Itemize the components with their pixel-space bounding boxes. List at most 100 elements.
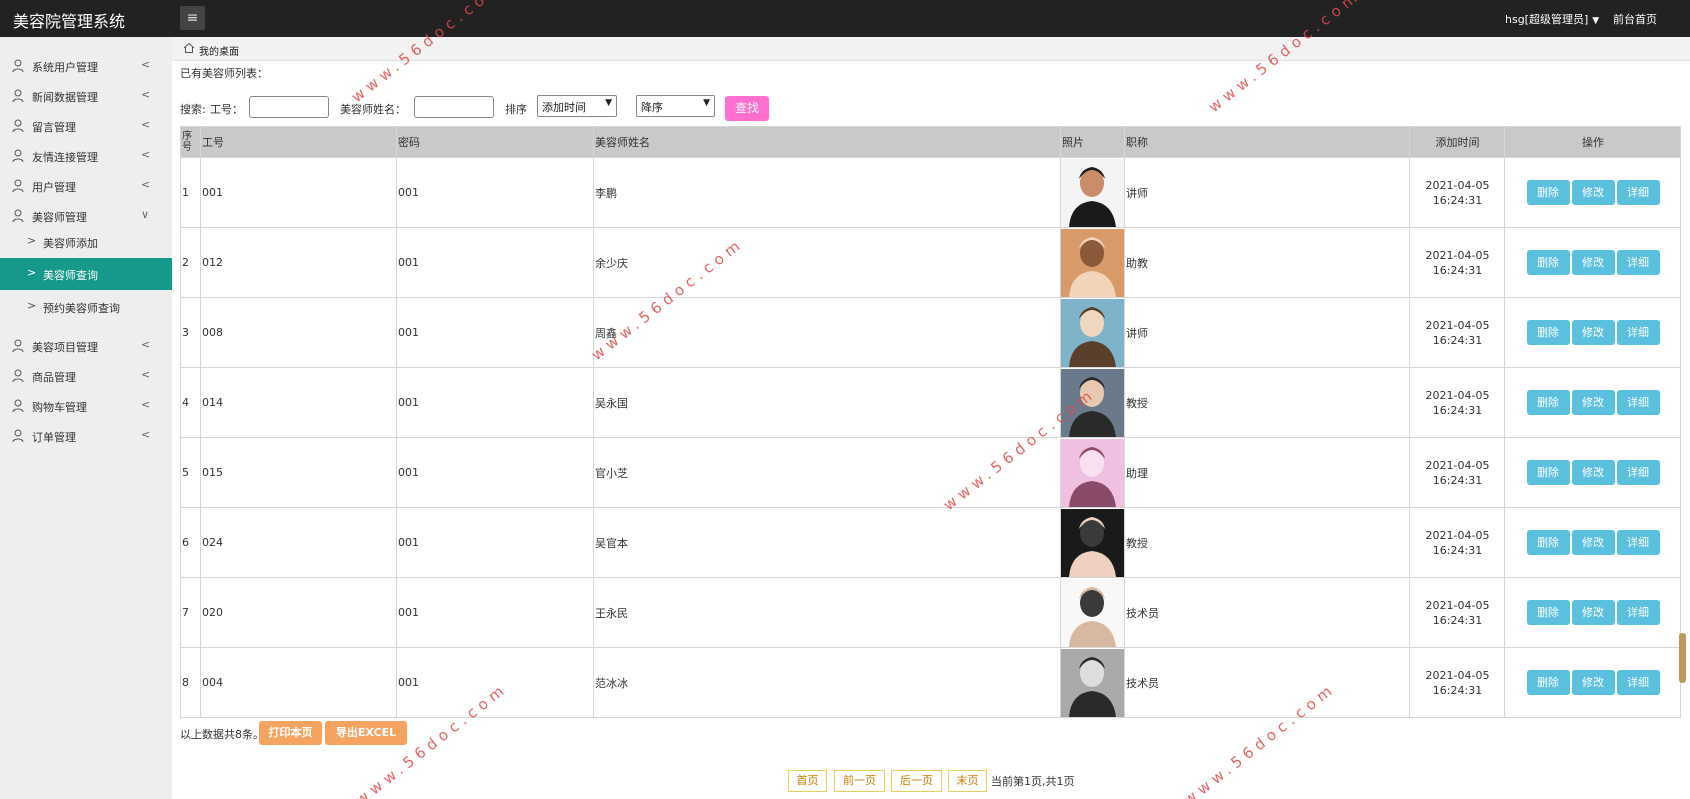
sidebar-item-8[interactable]: 购物车管理 < [0,391,172,421]
cell-title: 助教 [1124,227,1410,298]
added-date: 2021-04-05 [1425,458,1490,472]
sidebar-item-2[interactable]: 留言管理 < [0,111,172,141]
table-body: 1 001 001 李鹏 讲师 2021-04-05 16:24:31 删除 修改 详细 2 012 0… [180,157,1681,718]
cell-password: 001 [396,157,594,228]
added-date: 2021-04-05 [1425,318,1490,332]
user-icon [12,119,24,133]
delete-button[interactable]: 删除 [1526,670,1570,695]
cell-password: 001 [396,297,594,368]
table-row: 6 024 001 吴官本 教授 2021-04-05 16:24:31 删除 修改 详细 [180,507,1681,578]
added-clock: 16:24:31 [1432,333,1483,347]
chevron-icon: < [141,368,151,381]
last-page-button[interactable]: 末页 [948,770,987,792]
cell-name: 吴永国 [593,367,1061,438]
home-icon [183,42,195,53]
added-date: 2021-04-05 [1425,668,1490,682]
detail-button[interactable]: 详细 [1616,530,1660,555]
next-page-button[interactable]: 后一页 [891,770,942,792]
col-header-added-time: 添加时间 [1409,126,1505,158]
first-page-button[interactable]: 首页 [788,770,827,792]
edit-button[interactable]: 修改 [1571,530,1615,555]
sidebar-item-0[interactable]: 系统用户管理 < [0,51,172,81]
detail-button[interactable]: 详细 [1616,390,1660,415]
detail-button[interactable]: 详细 [1616,460,1660,485]
menu-toggle-button[interactable]: ≡ [180,6,205,30]
delete-button[interactable]: 删除 [1526,390,1570,415]
sort-field-value: 添加时间 [542,101,586,114]
sidebar-subitem-1[interactable]: > 美容师查询 [0,258,172,290]
added-date: 2021-04-05 [1425,388,1490,402]
app-title: 美容院管理系统 [13,12,126,31]
detail-button[interactable]: 详细 [1616,180,1660,205]
col-header-gonghao: 工号 [200,126,397,158]
delete-button[interactable]: 删除 [1526,320,1570,345]
sidebar-item-label: 商品管理 [32,371,76,384]
edit-button[interactable]: 修改 [1571,390,1615,415]
sidebar-subitem-2[interactable]: > 预约美容师查询 [0,291,172,323]
cell-name: 吴官本 [593,507,1061,578]
print-page-button[interactable]: 打印本页 [259,721,322,745]
cell-gonghao: 001 [200,157,397,228]
name-input[interactable] [414,96,494,118]
dropdown-arrow-icon: ▼ [703,98,710,108]
front-page-link[interactable]: 前台首页 [1613,11,1657,27]
record-count: 以上数据共8条。 [180,728,264,741]
user-menu[interactable]: hsg[超级管理员] ▼ [1505,11,1599,27]
cell-photo [1060,647,1125,718]
gonghao-input[interactable] [249,96,329,118]
edit-button[interactable]: 修改 [1571,670,1615,695]
detail-button[interactable]: 详细 [1616,600,1660,625]
table-row: 1 001 001 李鹏 讲师 2021-04-05 16:24:31 删除 修改 详细 [180,157,1681,228]
cell-actions: 删除 修改 详细 [1504,437,1681,508]
delete-button[interactable]: 删除 [1526,600,1570,625]
added-clock: 16:24:31 [1432,193,1483,207]
edit-button[interactable]: 修改 [1571,180,1615,205]
prev-page-button[interactable]: 前一页 [834,770,885,792]
sidebar-item-7[interactable]: 商品管理 < [0,361,172,391]
chevron-icon: ∨ [141,208,150,221]
col-header-photo: 照片 [1060,126,1125,158]
sort-order-select[interactable]: 降序 ▼ [636,95,715,117]
cell-actions: 删除 修改 详细 [1504,367,1681,438]
cell-title: 助理 [1124,437,1410,508]
delete-button[interactable]: 删除 [1526,460,1570,485]
sidebar-item-3[interactable]: 友情连接管理 < [0,141,172,171]
table-row: 5 015 001 官小芝 助理 2021-04-05 16:24:31 删除 修改 详细 [180,437,1681,508]
col-header-title: 职称 [1124,126,1410,158]
edit-button[interactable]: 修改 [1571,250,1615,275]
detail-button[interactable]: 详细 [1616,670,1660,695]
cell-title: 技术员 [1124,577,1410,648]
sidebar-item-4[interactable]: 用户管理 < [0,171,172,201]
detail-button[interactable]: 详细 [1616,320,1660,345]
edit-button[interactable]: 修改 [1571,320,1615,345]
export-excel-button[interactable]: 导出EXCEL [325,721,407,745]
chevron-icon: < [141,58,151,71]
delete-button[interactable]: 删除 [1526,530,1570,555]
cell-added-time: 2021-04-05 16:24:31 [1409,227,1505,298]
delete-button[interactable]: 删除 [1526,180,1570,205]
scrollbar-thumb[interactable] [1679,633,1686,683]
find-button[interactable]: 查找 [725,96,769,121]
added-clock: 16:24:31 [1432,403,1483,417]
search-prefix: 搜索: [180,103,206,116]
cell-gonghao: 012 [200,227,397,298]
breadcrumb-label[interactable]: 我的桌面 [199,43,239,58]
cell-photo [1060,437,1125,508]
chevron-icon: < [141,398,151,411]
sidebar-item-6[interactable]: 美容项目管理 < [0,331,172,361]
detail-button[interactable]: 详细 [1616,250,1660,275]
edit-button[interactable]: 修改 [1571,600,1615,625]
cell-title: 讲师 [1124,297,1410,368]
sidebar-item-1[interactable]: 新闻数据管理 < [0,81,172,111]
edit-button[interactable]: 修改 [1571,460,1615,485]
sidebar-subitem-0[interactable]: > 美容师添加 [0,226,172,258]
cell-actions: 删除 修改 详细 [1504,157,1681,228]
sidebar-item-9[interactable]: 订单管理 < [0,421,172,451]
table-row: 4 014 001 吴永国 教授 2021-04-05 16:24:31 删除 修改 详细 [180,367,1681,438]
cell-no: 4 [180,367,201,438]
cell-no: 1 [180,157,201,228]
added-date: 2021-04-05 [1425,598,1490,612]
chevron-icon: < [141,338,151,351]
delete-button[interactable]: 删除 [1526,250,1570,275]
sort-field-select[interactable]: 添加时间 ▼ [537,95,617,117]
